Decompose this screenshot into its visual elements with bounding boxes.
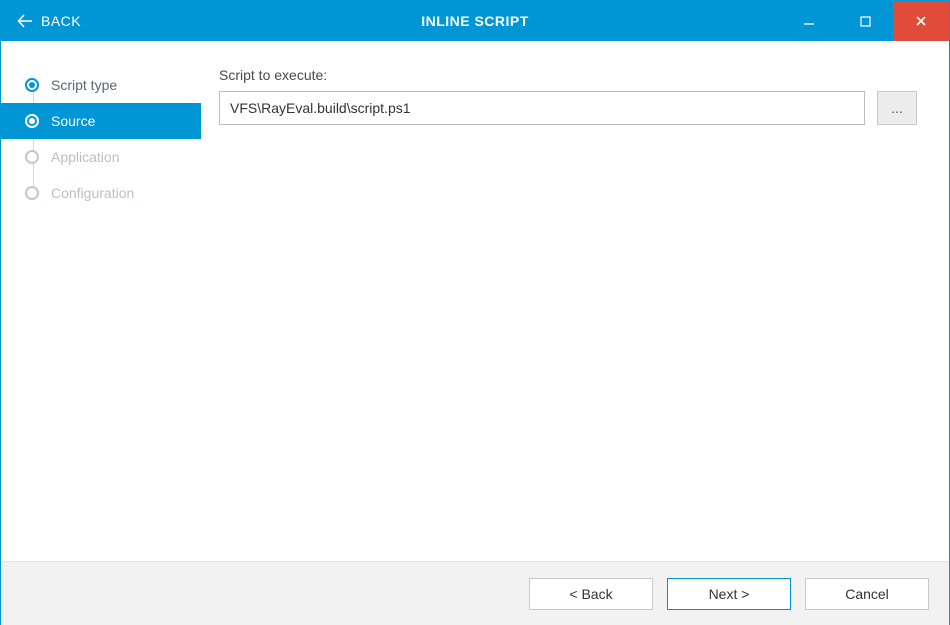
step-application[interactable]: Application: [1, 139, 201, 175]
next-nav-button[interactable]: Next >: [667, 578, 791, 610]
main-panel: Script to execute: ...: [201, 41, 949, 561]
step-source[interactable]: Source: [1, 103, 201, 139]
script-field-row: ...: [219, 91, 917, 125]
titlebar: BACK INLINE SCRIPT: [1, 1, 949, 41]
minimize-button[interactable]: [781, 1, 837, 41]
script-path-input[interactable]: [219, 91, 865, 125]
step-script-type[interactable]: Script type: [1, 67, 201, 103]
step-bullet-icon: [25, 150, 39, 164]
browse-button[interactable]: ...: [877, 91, 917, 125]
step-bullet-icon: [25, 78, 39, 92]
wizard-steps: Script type Source Application Configura…: [1, 67, 201, 211]
cancel-button[interactable]: Cancel: [805, 578, 929, 610]
step-label: Source: [51, 113, 95, 129]
step-bullet-icon: [25, 114, 39, 128]
step-label: Application: [51, 149, 120, 165]
close-button[interactable]: [893, 1, 949, 41]
step-bullet-icon: [25, 186, 39, 200]
footer: < Back Next > Cancel: [1, 561, 949, 625]
back-nav-button[interactable]: < Back: [529, 578, 653, 610]
step-label: Script type: [51, 77, 117, 93]
window-controls: [781, 1, 949, 41]
step-label: Configuration: [51, 185, 134, 201]
arrow-left-icon: [17, 13, 33, 29]
step-configuration[interactable]: Configuration: [1, 175, 201, 211]
back-button[interactable]: BACK: [1, 13, 81, 29]
script-field-label: Script to execute:: [219, 67, 917, 83]
maximize-button[interactable]: [837, 1, 893, 41]
back-label: BACK: [41, 13, 81, 29]
window-title: INLINE SCRIPT: [421, 13, 529, 29]
wizard-sidebar: Script type Source Application Configura…: [1, 41, 201, 561]
